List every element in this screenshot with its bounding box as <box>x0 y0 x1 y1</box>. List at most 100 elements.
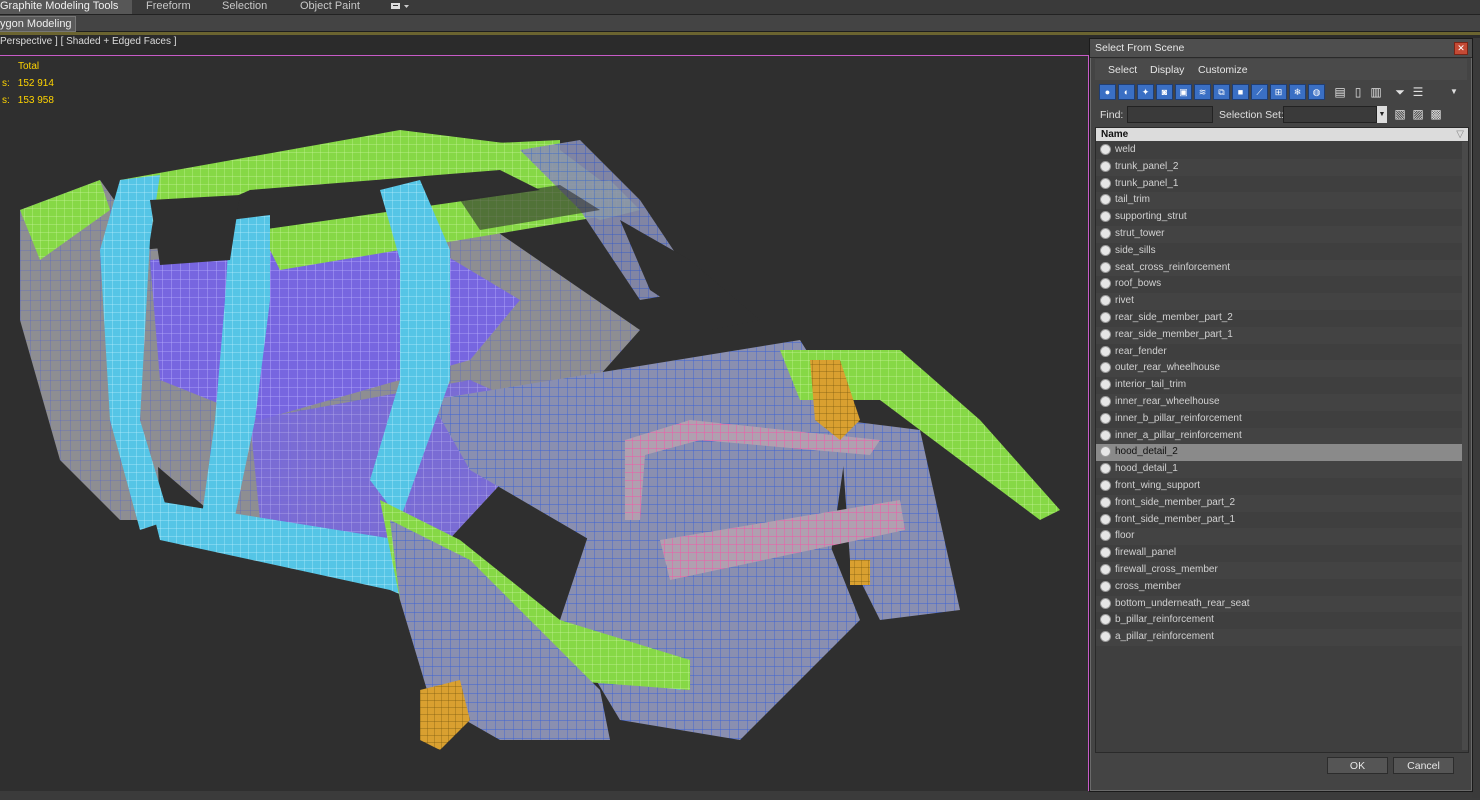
object-visibility-icon[interactable] <box>1100 463 1111 475</box>
object-visibility-icon[interactable] <box>1100 295 1111 307</box>
list-item[interactable]: strut_tower <box>1096 225 1462 243</box>
object-visibility-icon[interactable] <box>1100 194 1111 206</box>
tab-graphite-modeling-tools[interactable]: Graphite Modeling Tools <box>0 0 133 14</box>
list-item[interactable]: trunk_panel_1 <box>1096 176 1462 193</box>
list-item[interactable]: rear_side_member_part_1 <box>1096 326 1462 344</box>
list-item[interactable]: rear_fender <box>1096 344 1462 361</box>
find-input[interactable] <box>1127 106 1213 123</box>
object-visibility-icon[interactable] <box>1100 227 1111 239</box>
list-item[interactable]: interior_tail_trim <box>1096 377 1462 394</box>
menu-display[interactable]: Display <box>1150 64 1184 76</box>
dialog-title-bar[interactable]: Select From Scene ✕ <box>1090 39 1472 58</box>
object-visibility-icon[interactable] <box>1100 328 1111 340</box>
object-visibility-icon[interactable] <box>1100 244 1111 256</box>
display-shapes-icon[interactable]: ◐ <box>1118 84 1135 100</box>
remove-selection-set-icon[interactable]: ▨ <box>1411 106 1425 122</box>
list-item[interactable]: seat_cross_reinforcement <box>1096 259 1462 277</box>
chevron-down-icon[interactable]: ▼ <box>1377 106 1387 123</box>
object-visibility-icon[interactable] <box>1100 614 1111 626</box>
object-visibility-icon[interactable] <box>1100 530 1111 542</box>
menu-select[interactable]: Select <box>1108 64 1137 76</box>
list-item[interactable]: firewall_cross_member <box>1096 561 1462 579</box>
cancel-button[interactable]: Cancel <box>1393 757 1454 774</box>
object-visibility-icon[interactable] <box>1100 412 1111 424</box>
list-item[interactable]: side_sills <box>1096 243 1462 260</box>
object-visibility-icon[interactable] <box>1100 177 1111 189</box>
object-visibility-icon[interactable] <box>1100 395 1111 407</box>
filter-icon[interactable]: ⏷ <box>1393 84 1407 100</box>
list-item[interactable]: inner_rear_wheelhouse <box>1096 393 1462 411</box>
polygon-modeling-button[interactable]: ygon Modeling <box>0 16 76 32</box>
display-geometry-icon[interactable]: ● <box>1099 84 1116 100</box>
display-hidden-icon[interactable]: ◍ <box>1308 84 1325 100</box>
create-selection-set-icon[interactable]: ▧ <box>1393 106 1407 122</box>
object-visibility-icon[interactable] <box>1100 446 1111 458</box>
display-none-icon[interactable]: ▯ <box>1351 84 1365 100</box>
list-item[interactable]: inner_b_pillar_reinforcement <box>1096 411 1462 428</box>
object-visibility-icon[interactable] <box>1100 580 1111 592</box>
object-visibility-icon[interactable] <box>1100 160 1111 172</box>
list-item[interactable]: rear_side_member_part_2 <box>1096 310 1462 327</box>
object-visibility-icon[interactable] <box>1100 496 1111 508</box>
selection-set-dropdown[interactable] <box>1283 106 1377 123</box>
tab-selection[interactable]: Selection <box>222 0 267 14</box>
list-item[interactable]: a_pillar_reinforcement <box>1096 629 1462 646</box>
display-containers-icon[interactable]: ⊞ <box>1270 84 1287 100</box>
object-visibility-icon[interactable] <box>1100 563 1111 575</box>
list-item[interactable]: floor <box>1096 528 1462 546</box>
list-item[interactable]: tail_trim <box>1096 192 1462 210</box>
ribbon-options-dropdown[interactable] <box>390 0 412 14</box>
display-spacewarps-icon[interactable]: ≋ <box>1194 84 1211 100</box>
display-xrefs-icon[interactable]: ■ <box>1232 84 1249 100</box>
list-item[interactable]: trunk_panel_2 <box>1096 158 1462 176</box>
object-visibility-icon[interactable] <box>1100 547 1111 559</box>
list-item[interactable]: hood_detail_2 <box>1096 444 1462 462</box>
select-from-scene-dialog[interactable]: Select From Scene ✕ Select Display Custo… <box>1089 38 1473 792</box>
object-visibility-icon[interactable] <box>1100 345 1111 357</box>
object-visibility-icon[interactable] <box>1100 278 1111 290</box>
display-invert-icon[interactable]: ▥ <box>1369 84 1383 100</box>
viewport-label[interactable]: Perspective ] [ Shaded + Edged Faces ] <box>0 36 177 47</box>
object-visibility-icon[interactable] <box>1100 261 1111 273</box>
list-item[interactable]: front_wing_support <box>1096 478 1462 495</box>
list-item[interactable]: roof_bows <box>1096 276 1462 293</box>
object-visibility-icon[interactable] <box>1100 311 1111 323</box>
column-header-name[interactable]: Name ▽ <box>1096 128 1468 141</box>
object-visibility-icon[interactable] <box>1100 597 1111 609</box>
display-frozen-icon[interactable]: ❄ <box>1289 84 1306 100</box>
object-visibility-icon[interactable] <box>1100 429 1111 441</box>
list-item[interactable]: inner_a_pillar_reinforcement <box>1096 427 1462 445</box>
display-bones-icon[interactable]: ⟋ <box>1251 84 1268 100</box>
display-groups-icon[interactable]: ⧉ <box>1213 84 1230 100</box>
object-visibility-icon[interactable] <box>1100 362 1111 374</box>
object-visibility-icon[interactable] <box>1100 479 1111 491</box>
object-visibility-icon[interactable] <box>1100 513 1111 525</box>
object-visibility-icon[interactable] <box>1100 144 1111 155</box>
list-item[interactable]: supporting_strut <box>1096 209 1462 226</box>
close-icon[interactable]: ✕ <box>1454 42 1468 55</box>
object-visibility-icon[interactable] <box>1100 379 1111 391</box>
list-item[interactable]: front_side_member_part_2 <box>1096 494 1462 512</box>
car-body-wireframe-model[interactable] <box>0 56 1088 791</box>
display-helpers-icon[interactable]: ▣ <box>1175 84 1192 100</box>
list-item[interactable]: rivet <box>1096 293 1462 310</box>
list-item[interactable]: front_side_member_part_1 <box>1096 512 1462 529</box>
tab-object-paint[interactable]: Object Paint <box>300 0 360 14</box>
list-item[interactable]: weld <box>1096 142 1462 159</box>
toolbar-overflow-icon[interactable]: ▼ <box>1447 84 1461 100</box>
display-cameras-icon[interactable]: ◙ <box>1156 84 1173 100</box>
list-item[interactable]: b_pillar_reinforcement <box>1096 612 1462 629</box>
list-item[interactable]: cross_member <box>1096 579 1462 596</box>
object-visibility-icon[interactable] <box>1100 211 1111 223</box>
display-lights-icon[interactable]: ✦ <box>1137 84 1154 100</box>
list-item[interactable]: bottom_underneath_rear_seat <box>1096 595 1462 613</box>
list-scrollbar[interactable] <box>1462 142 1468 750</box>
list-item[interactable]: firewall_panel <box>1096 545 1462 562</box>
add-to-selection-set-icon[interactable]: ▩ <box>1429 106 1443 122</box>
ok-button[interactable]: OK <box>1327 757 1388 774</box>
list-item[interactable]: outer_rear_wheelhouse <box>1096 360 1462 378</box>
list-item[interactable]: hood_detail_1 <box>1096 461 1462 478</box>
tab-freeform[interactable]: Freeform <box>146 0 191 14</box>
object-visibility-icon[interactable] <box>1100 631 1111 643</box>
scene-object-list[interactable]: Name ▽ weld trunk_panel_2 trunk_panel_1 tai… <box>1095 127 1469 753</box>
